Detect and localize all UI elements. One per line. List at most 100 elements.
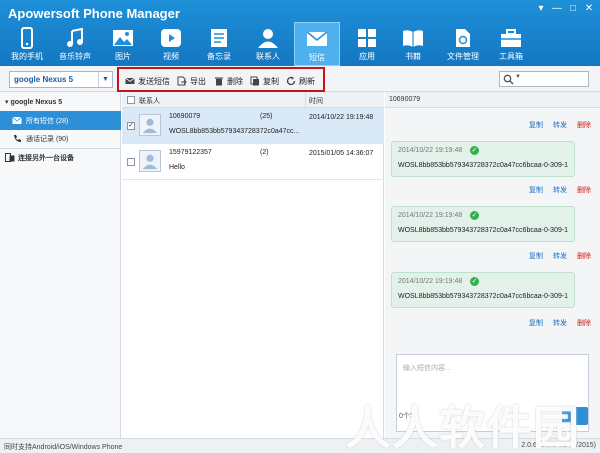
export-icon xyxy=(177,76,187,86)
search-input[interactable]: ▼ xyxy=(499,71,589,87)
message-list: 联系人 时间 ✓ 10690079 (25) 2014/10/22 19:19:… xyxy=(122,92,384,438)
nav-contacts[interactable]: 联系人 xyxy=(245,22,291,66)
watermark: 人人软件园 xyxy=(345,401,580,453)
chevron-down-icon[interactable]: ▼ xyxy=(98,72,112,87)
column-contact[interactable]: 联系人 xyxy=(139,96,160,106)
column-separator xyxy=(305,92,306,108)
nav-file-manager[interactable]: 文件管理 xyxy=(440,22,486,66)
call-log-icon xyxy=(14,135,21,142)
delete-button[interactable]: 删除 xyxy=(214,75,243,87)
refresh-icon xyxy=(286,76,296,86)
message-actions: 复制 转发 删除 xyxy=(385,251,600,261)
nav-books[interactable]: 书籍 xyxy=(390,22,436,66)
nav-toolbox[interactable]: 工具箱 xyxy=(488,22,534,66)
books-icon xyxy=(403,30,423,47)
message-forward-link[interactable]: 转发 xyxy=(553,185,567,195)
message-actions: 复制 转发 删除 xyxy=(385,318,600,328)
message-text: WOSL8bb853bb579343728372c0a47cc6bcaa-0-3… xyxy=(398,227,569,234)
apps-icon xyxy=(358,29,376,47)
message-time: 2014/10/22 19:19:48 xyxy=(398,147,463,154)
nav-video[interactable]: 视频 xyxy=(148,22,194,66)
window-controls: ▾ — □ ✕ xyxy=(534,3,596,15)
nav-label: 音乐铃声 xyxy=(59,52,91,61)
select-all-checkbox[interactable] xyxy=(127,96,135,104)
search-dropdown-icon[interactable]: ▼ xyxy=(515,74,521,80)
message-copy-link[interactable]: 复制 xyxy=(529,318,543,328)
envelope-icon xyxy=(12,116,22,124)
message-copy-link[interactable]: 复制 xyxy=(529,251,543,261)
picture-icon xyxy=(113,30,133,46)
device-select[interactable]: google Nexus 5 ▼ xyxy=(9,71,113,88)
send-sms-button[interactable]: 发送短信 xyxy=(125,75,170,87)
message-forward-link[interactable]: 转发 xyxy=(553,251,567,261)
search-icon xyxy=(503,74,514,85)
nav-apps[interactable]: 应用 xyxy=(344,22,390,66)
row-checkbox[interactable]: ✓ xyxy=(127,122,135,130)
sent-check-icon: ✓ xyxy=(470,277,479,286)
close-icon[interactable]: ✕ xyxy=(582,3,596,15)
row-time: 2014/10/22 19:19:48 xyxy=(309,114,374,121)
nav-pictures[interactable]: 图片 xyxy=(100,22,146,66)
message-forward-link[interactable]: 转发 xyxy=(553,318,567,328)
sidebar-item-label: 通话记录 (90) xyxy=(26,136,69,143)
message-bubble: 2014/10/22 19:19:48 ✓ WOSL8bb853bb579343… xyxy=(391,141,575,177)
phone-icon xyxy=(21,27,33,49)
sent-check-icon: ✓ xyxy=(470,146,479,155)
refresh-button[interactable]: 刷新 xyxy=(286,75,315,87)
toolbar: google Nexus 5 ▼ 发送短信 导出 删除 复制 刷新 ▼ xyxy=(0,66,600,92)
nav-label: 联系人 xyxy=(256,52,280,61)
table-row[interactable]: 15979122357 (2) 2015/01/05 14:36:07 Hell… xyxy=(122,144,384,180)
music-icon xyxy=(67,27,83,47)
nav-label: 图片 xyxy=(115,52,131,61)
row-preview: Hello xyxy=(169,164,185,171)
message-copy-link[interactable]: 复制 xyxy=(529,120,543,130)
maximize-icon[interactable]: □ xyxy=(566,3,580,15)
sms-actions-highlight: 发送短信 导出 删除 复制 刷新 xyxy=(117,67,325,92)
compose-placeholder: 输入短信内容... xyxy=(403,365,451,372)
sidebar-item-all-sms[interactable]: 所有短信 (28) xyxy=(0,111,121,130)
message-copy-link[interactable]: 复制 xyxy=(529,185,543,195)
memo-icon xyxy=(211,29,227,47)
nav-my-phone[interactable]: 我的手机 xyxy=(4,22,50,66)
row-time: 2015/01/05 14:36:07 xyxy=(309,150,374,157)
copy-icon xyxy=(250,76,259,86)
row-number: 15979122357 xyxy=(169,149,212,156)
minimize-icon[interactable]: — xyxy=(550,3,564,15)
app-title: Apowersoft Phone Manager xyxy=(8,6,180,21)
sidebar-item-label: 所有短信 (28) xyxy=(26,118,69,125)
message-delete-link[interactable]: 删除 xyxy=(577,185,591,195)
trash-icon xyxy=(215,77,223,86)
export-button[interactable]: 导出 xyxy=(177,75,206,87)
nav-label: 书籍 xyxy=(405,52,421,61)
connect-another-device[interactable]: 连接另外一台设备 xyxy=(0,148,121,166)
copy-button[interactable]: 复制 xyxy=(250,75,279,87)
sidebar-device[interactable]: ▾ google Nexus 5 xyxy=(0,94,121,110)
nav-label: 工具箱 xyxy=(499,52,523,61)
row-preview: WOSL8bb853bb579343728372c0a47cc... xyxy=(169,128,300,135)
row-count: (2) xyxy=(260,149,269,156)
row-checkbox[interactable] xyxy=(127,158,135,166)
message-delete-link[interactable]: 删除 xyxy=(577,120,591,130)
nav-label: 短信 xyxy=(309,53,325,62)
sms-icon xyxy=(306,31,328,46)
message-time: 2014/10/22 19:19:48 xyxy=(398,212,463,219)
message-delete-link[interactable]: 删除 xyxy=(577,251,591,261)
nav-memo[interactable]: 备忘录 xyxy=(196,22,242,66)
message-forward-link[interactable]: 转发 xyxy=(553,120,567,130)
nav-sms[interactable]: 短信 xyxy=(294,22,340,66)
toolbox-icon xyxy=(501,29,521,47)
message-bubble: 2014/10/22 19:19:48 ✓ WOSL8bb853bb579343… xyxy=(391,206,575,242)
message-text: WOSL8bb853bb579343728372c0a47cc6bcaa-0-3… xyxy=(398,162,569,169)
video-icon xyxy=(161,29,181,47)
nav-label: 我的手机 xyxy=(11,52,43,61)
row-number: 10690079 xyxy=(169,113,201,120)
nav-music[interactable]: 音乐铃声 xyxy=(52,22,98,66)
row-count: (25) xyxy=(260,113,273,120)
message-text: WOSL8bb853bb579343728372c0a47cc6bcaa-0-3… xyxy=(398,293,569,300)
sidebar-item-call-log[interactable]: 通话记录 (90) xyxy=(0,129,121,148)
table-row[interactable]: ✓ 10690079 (25) 2014/10/22 19:19:48 WOSL… xyxy=(122,108,384,144)
message-delete-link[interactable]: 删除 xyxy=(577,318,591,328)
nav-label: 视频 xyxy=(163,52,179,61)
menu-dropdown-icon[interactable]: ▾ xyxy=(534,3,548,15)
column-time[interactable]: 时间 xyxy=(309,96,323,106)
